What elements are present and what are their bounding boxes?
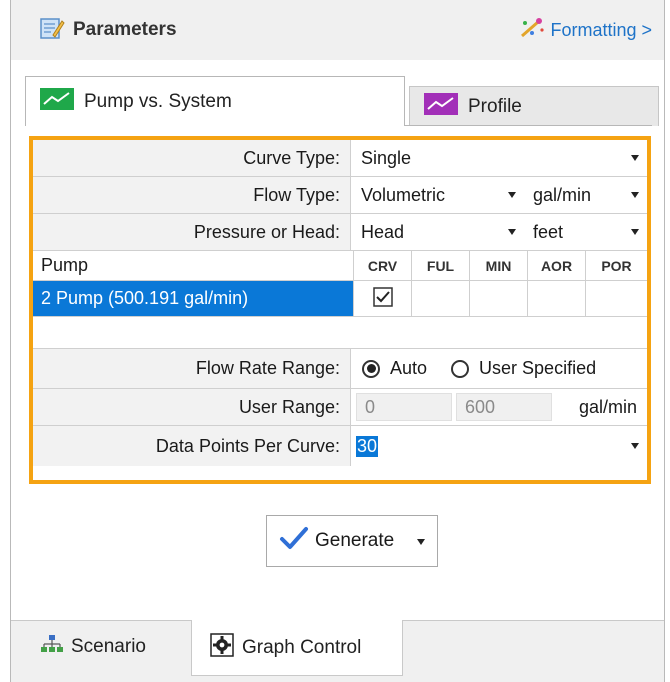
flow-unit-dropdown[interactable]: gal/min bbox=[524, 177, 647, 213]
formatting-label: Formatting > bbox=[550, 19, 652, 40]
bottom-tab-bar: Scenario Graph Control bbox=[11, 620, 664, 682]
tab-label: Pump vs. System bbox=[84, 90, 232, 112]
chevron-down-icon bbox=[631, 192, 639, 198]
chevron-down-icon bbox=[631, 443, 639, 449]
chevron-down-icon bbox=[631, 229, 639, 235]
data-points-row: Data Points Per Curve: 30 bbox=[33, 426, 647, 466]
checkmark-icon bbox=[279, 525, 309, 557]
graph-type-tabs: Pump vs. System Profile bbox=[25, 76, 659, 126]
curve-type-dropdown[interactable]: Single bbox=[352, 140, 647, 176]
tab-label: Scenario bbox=[71, 636, 146, 657]
parameters-icon bbox=[39, 15, 65, 46]
parameters-box: Curve Type: Single Flow Type: Volumetric… bbox=[29, 136, 651, 484]
tab-label: Graph Control bbox=[242, 636, 362, 658]
tab-graph-control[interactable]: Graph Control bbox=[191, 620, 403, 676]
user-range-min-input[interactable]: 0 bbox=[356, 393, 452, 421]
flow-type-value: Volumetric bbox=[361, 184, 446, 205]
min-checkbox-cell[interactable] bbox=[469, 281, 527, 316]
aor-checkbox-cell[interactable] bbox=[527, 281, 585, 316]
crv-checkbox-cell[interactable] bbox=[353, 281, 411, 316]
head-unit-value: feet bbox=[533, 221, 564, 242]
chevron-down-icon[interactable] bbox=[417, 539, 425, 545]
panel-title: Parameters bbox=[73, 19, 177, 40]
curve-type-value-cell: Single bbox=[352, 140, 647, 176]
column-header-pump: Pump bbox=[41, 255, 89, 275]
profile-chart-icon bbox=[424, 92, 458, 121]
tab-pump-vs-system[interactable]: Pump vs. System bbox=[25, 76, 405, 126]
pump-grid-header: Pump CRV FUL MIN AOR POR bbox=[33, 251, 647, 281]
flow-type-value-cell: Volumetric gal/min bbox=[352, 177, 647, 213]
chevron-down-icon bbox=[631, 155, 639, 161]
curve-type-row: Curve Type: Single bbox=[33, 140, 647, 177]
user-range-label: User Range: bbox=[33, 389, 351, 425]
flow-unit-value: gal/min bbox=[533, 184, 592, 205]
column-header-ful[interactable]: FUL bbox=[411, 251, 469, 280]
pressure-head-label: Pressure or Head: bbox=[33, 214, 351, 250]
pressure-head-value: Head bbox=[361, 221, 405, 242]
flow-type-dropdown[interactable]: Volumetric bbox=[352, 177, 524, 213]
column-header-min[interactable]: MIN bbox=[469, 251, 527, 280]
chevron-down-icon bbox=[508, 192, 516, 198]
curve-type-value: Single bbox=[361, 147, 412, 168]
scenario-tree-icon bbox=[41, 634, 63, 660]
flow-type-row: Flow Type: Volumetric gal/min bbox=[33, 177, 647, 214]
header-title-wrap: Parameters bbox=[39, 15, 177, 46]
column-header-crv[interactable]: CRV bbox=[353, 251, 411, 280]
generate-button[interactable]: Generate bbox=[266, 515, 438, 567]
data-points-label: Data Points Per Curve: bbox=[33, 426, 351, 466]
radio-user-specified[interactable] bbox=[451, 359, 470, 378]
column-header-por[interactable]: POR bbox=[585, 251, 647, 280]
ful-checkbox-cell[interactable] bbox=[411, 281, 469, 316]
tab-profile[interactable]: Profile bbox=[409, 86, 659, 126]
pump-grid-empty-area bbox=[33, 317, 647, 349]
pressure-head-dropdown[interactable]: Head bbox=[352, 214, 524, 250]
pump-name-cell[interactable]: 2 Pump (500.191 gal/min) bbox=[33, 281, 353, 316]
data-points-dropdown[interactable]: 30 bbox=[352, 426, 647, 466]
radio-user-specified-label: User Specified bbox=[479, 358, 597, 378]
table-row[interactable]: 2 Pump (500.191 gal/min) bbox=[33, 281, 647, 317]
user-range-fields: 0 600 gal/min bbox=[352, 389, 647, 425]
data-points-value-cell: 30 bbox=[352, 426, 647, 466]
por-checkbox-cell[interactable] bbox=[585, 281, 647, 316]
pressure-head-row: Pressure or Head: Head feet bbox=[33, 214, 647, 251]
flow-rate-range-label: Flow Rate Range: bbox=[33, 349, 351, 388]
panel-header: Parameters Formatting > bbox=[11, 0, 664, 60]
radio-auto[interactable] bbox=[362, 359, 380, 378]
generate-label: Generate bbox=[315, 530, 395, 551]
gear-icon bbox=[210, 632, 234, 663]
formatting-icon bbox=[518, 16, 546, 45]
user-range-max-input[interactable]: 600 bbox=[456, 393, 552, 421]
curve-type-label: Curve Type: bbox=[33, 140, 351, 176]
tab-label: Profile bbox=[468, 95, 522, 117]
user-range-row: User Range: 0 600 gal/min bbox=[33, 389, 647, 426]
parameters-panel: Parameters Formatting > Pump vs. System … bbox=[10, 0, 665, 682]
formatting-link[interactable]: Formatting > bbox=[518, 16, 652, 45]
checkbox-checked-icon[interactable] bbox=[372, 287, 393, 310]
pressure-head-value-cell: Head feet bbox=[352, 214, 647, 250]
line-chart-icon bbox=[40, 87, 74, 116]
radio-selected-dot bbox=[366, 364, 376, 373]
radio-auto-label: Auto bbox=[390, 358, 428, 378]
chevron-down-icon bbox=[508, 229, 516, 235]
flow-type-label: Flow Type: bbox=[33, 177, 351, 213]
column-header-aor[interactable]: AOR bbox=[527, 251, 585, 280]
flow-rate-range-options: Auto User Specified bbox=[352, 349, 647, 388]
flow-rate-range-row: Flow Rate Range: Auto User Specified bbox=[33, 349, 647, 389]
data-points-value: 30 bbox=[356, 435, 379, 457]
user-range-unit: gal/min bbox=[578, 396, 637, 417]
tab-scenario[interactable]: Scenario bbox=[35, 621, 185, 673]
head-unit-dropdown[interactable]: feet bbox=[524, 214, 647, 250]
